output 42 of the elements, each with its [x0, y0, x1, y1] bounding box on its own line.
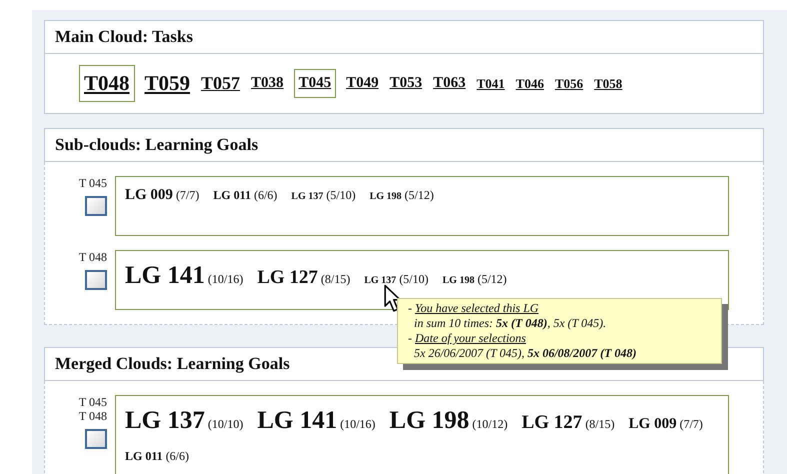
- tooltip-heading: You have selected this LG: [415, 301, 539, 316]
- task-link[interactable]: T063: [432, 71, 467, 96]
- goal-tag[interactable]: LG 141(10/16): [125, 257, 244, 294]
- checkbox[interactable]: [85, 196, 107, 216]
- task-link[interactable]: T041: [476, 72, 506, 94]
- task-link[interactable]: T045: [294, 69, 336, 98]
- goal-tag[interactable]: LG 011 (6/6): [213, 183, 278, 207]
- task-link[interactable]: T048: [79, 64, 135, 102]
- bullet-dash: -: [408, 301, 412, 316]
- task-link[interactable]: T046: [514, 72, 545, 94]
- tooltip-text: 5x 26/06/2007 (T 045), 5x 06/08/2007 (T 048): [414, 346, 636, 360]
- goal-tag[interactable]: LG 009 (7/7): [628, 412, 703, 436]
- task-link[interactable]: T058: [593, 72, 624, 94]
- task-link[interactable]: T049: [345, 71, 380, 96]
- task-link[interactable]: T038: [250, 71, 285, 96]
- goal-tag[interactable]: LG 141(10/16): [257, 402, 376, 440]
- task-link[interactable]: T057: [200, 69, 242, 98]
- goal-tag[interactable]: LG 137(10/10): [125, 402, 244, 440]
- goal-tag[interactable]: LG 137 (5/10): [291, 183, 356, 207]
- goal-tag[interactable]: LG 009 (7/7): [125, 183, 200, 207]
- goal-tag[interactable]: LG 127(8/15): [522, 409, 615, 438]
- goal-tag[interactable]: LG 127(8/15): [257, 264, 350, 292]
- goal-tag[interactable]: LG 137 (5/10): [364, 267, 429, 291]
- task-link[interactable]: T059: [144, 66, 192, 100]
- task-label: T 048: [78, 250, 107, 264]
- panel-title: Sub-clouds: Learning Goals: [55, 135, 258, 154]
- task-link[interactable]: T056: [554, 72, 584, 94]
- tooltip-text: in sum 10 times: 5x (T 048), 5x (T 045).: [414, 316, 606, 330]
- task-label: T 045: [78, 395, 107, 409]
- goal-tag[interactable]: LG 198(10/12): [389, 402, 508, 440]
- bullet-dash: -: [408, 331, 412, 346]
- panel-title: Main Cloud: Tasks: [55, 27, 193, 46]
- goal-tag[interactable]: LG 198 (5/12): [370, 183, 434, 207]
- checkbox[interactable]: [85, 429, 107, 449]
- goal-tag[interactable]: LG 198 (5/12): [442, 267, 507, 291]
- checkbox[interactable]: [85, 270, 107, 290]
- task-label: T 048: [78, 409, 107, 423]
- task-link[interactable]: T053: [388, 71, 424, 96]
- task-label: T 045: [78, 176, 107, 190]
- goal-tag[interactable]: LG 011 (6/6): [125, 444, 190, 468]
- panel-title: Merged Clouds: Learning Goals: [55, 354, 290, 373]
- tooltip-heading: Date of your selections: [415, 331, 526, 346]
